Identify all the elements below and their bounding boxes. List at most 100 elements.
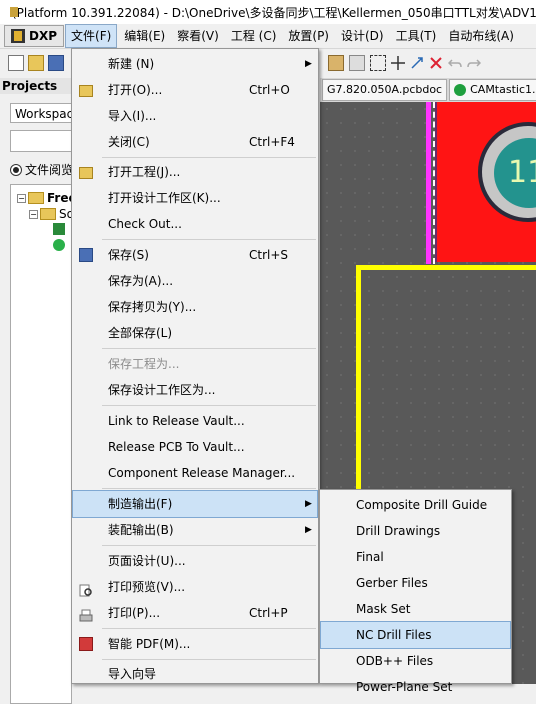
menu-item-close[interactable]: 关闭(C) Ctrl+F4: [73, 129, 317, 155]
dxp-menu-button[interactable]: DXP: [4, 25, 65, 47]
tree-item-pcb-doc[interactable]: [53, 239, 65, 251]
menu-separator: [102, 488, 316, 489]
dxp-logo-icon: [11, 29, 25, 43]
menu-project[interactable]: 工程 (C): [226, 25, 282, 47]
toolbar-left: [0, 49, 72, 77]
submenu-item-mask-set[interactable]: Mask Set: [321, 596, 510, 622]
folder-icon: [40, 208, 56, 220]
menu-view[interactable]: 察看(V): [172, 25, 224, 47]
menu-item-save-all[interactable]: 全部保存(L): [73, 320, 317, 346]
file-view-radio[interactable]: 文件阅览: [10, 161, 73, 178]
printer-icon: [79, 606, 93, 622]
cam-icon: [454, 84, 467, 96]
menu-separator: [102, 348, 316, 349]
collapse-icon[interactable]: −: [29, 209, 38, 219]
submenu-arrow-icon: ▶: [305, 59, 312, 69]
open-folder-icon[interactable]: [28, 55, 44, 71]
menu-item-assembly-outputs[interactable]: 装配输出(B) ▶: [73, 517, 317, 543]
tree-item-schematic-doc[interactable]: [53, 223, 65, 235]
menu-item-save-copy-as[interactable]: 保存拷贝为(Y)...: [73, 294, 317, 320]
tree-item-free[interactable]: − Free: [17, 191, 77, 205]
pdf-icon: [79, 637, 93, 651]
open-folder-icon: [79, 85, 93, 97]
redo-icon[interactable]: [467, 56, 482, 70]
projects-panel-title: Projects: [0, 78, 72, 94]
menu-item-release-pcb[interactable]: Release PCB To Vault...: [73, 434, 317, 460]
menu-file[interactable]: 文件(F): [65, 24, 118, 48]
projects-panel: Projects Workspace 文件阅览 − Free − So: [0, 78, 77, 704]
menu-item-check-out[interactable]: Check Out...: [73, 211, 317, 237]
submenu-item-gerber-files[interactable]: Gerber Files: [321, 570, 510, 596]
deselect-icon[interactable]: [429, 56, 443, 70]
menu-item-new[interactable]: 新建 (N) ▶: [73, 51, 317, 77]
undo-icon[interactable]: [447, 56, 462, 70]
collapse-icon[interactable]: −: [17, 193, 26, 203]
submenu-item-final[interactable]: Final: [321, 544, 510, 570]
window-title: (Platform 10.391.22084) - D:\OneDrive\多设…: [12, 5, 536, 20]
toolbar-right: [320, 49, 536, 77]
board-outline-magenta: [426, 102, 431, 264]
select-rect-icon[interactable]: [370, 55, 386, 71]
keepout-line: [433, 102, 437, 264]
menu-design[interactable]: 设计(D): [336, 25, 389, 47]
menu-item-import[interactable]: 导入(I)...: [73, 103, 317, 129]
menu-separator: [102, 628, 316, 629]
menu-place[interactable]: 放置(P): [283, 25, 334, 47]
menu-item-page-setup[interactable]: 页面设计(U)...: [73, 548, 317, 574]
new-doc-icon[interactable]: [8, 55, 24, 71]
menu-item-print[interactable]: 打印(P)... Ctrl+P: [73, 600, 317, 626]
menu-separator: [102, 239, 316, 240]
menu-item-save[interactable]: 保存(S) Ctrl+S: [73, 242, 317, 268]
title-bar: (Platform 10.391.22084) - D:\OneDrive\多设…: [0, 0, 536, 25]
copy-icon[interactable]: [349, 55, 365, 71]
save-icon: [79, 248, 93, 262]
submenu-item-power-plane-set[interactable]: Power-Plane Set: [321, 674, 510, 700]
menu-bar: DXP 文件(F) 编辑(E) 察看(V) 工程 (C) 放置(P) 设计(D)…: [0, 24, 536, 49]
document-tabs: G7.820.050A.pcbdoc CAMtastic1.Cam: [320, 78, 536, 102]
menu-autoroute[interactable]: 自动布线(A): [443, 25, 519, 47]
submenu-item-nc-drill-files[interactable]: NC Drill Files: [320, 621, 511, 649]
menu-item-open[interactable]: 打开(O)... Ctrl+O: [73, 77, 317, 103]
menu-separator: [102, 405, 316, 406]
submenu-arrow-icon: ▶: [305, 499, 312, 509]
tree-item-source[interactable]: − So: [29, 207, 74, 221]
menu-item-import-wizard[interactable]: 导入向导: [73, 661, 317, 687]
radio-selected-icon: [10, 163, 22, 176]
menu-edit[interactable]: 编辑(E): [119, 25, 170, 47]
submenu-item-composite-drill-guide[interactable]: Composite Drill Guide: [321, 492, 510, 518]
project-field[interactable]: [10, 130, 72, 152]
menu-item-open-workspace[interactable]: 打开设计工作区(K)...: [73, 185, 317, 211]
menu-item-fabrication-outputs[interactable]: 制造输出(F) ▶: [72, 490, 318, 518]
doc-tab-pcb[interactable]: G7.820.050A.pcbdoc: [322, 79, 448, 101]
save-icon[interactable]: [48, 55, 64, 71]
menu-separator: [102, 157, 316, 158]
project-tree: − Free − So: [10, 184, 77, 704]
outline-yellow-horizontal: [356, 265, 536, 270]
submenu-item-drill-drawings[interactable]: Drill Drawings: [321, 518, 510, 544]
submenu-arrow-icon: ▶: [305, 525, 312, 535]
menu-tools[interactable]: 工具(T): [391, 25, 442, 47]
menu-separator: [102, 545, 316, 546]
file-dropdown-menu: 新建 (N) ▶ 打开(O)... Ctrl+O 导入(I)... 关闭(C) …: [71, 48, 319, 684]
schematic-doc-icon: [53, 223, 65, 235]
workspace-button[interactable]: Workspace: [10, 103, 72, 123]
pcb-doc-icon: [53, 239, 65, 251]
cross-select-icon[interactable]: [410, 56, 424, 70]
menu-item-print-preview[interactable]: 打印预览(V)...: [73, 574, 317, 600]
paste-icon[interactable]: [328, 55, 344, 71]
menu-item-link-release-vault[interactable]: Link to Release Vault...: [73, 408, 317, 434]
folder-icon: [28, 192, 44, 204]
menu-item-save-project-as: 保存工程为...: [108, 357, 180, 371]
fabrication-outputs-submenu: Composite Drill Guide Drill Drawings Fin…: [319, 489, 512, 694]
menu-item-save-workspace-as[interactable]: 保存设计工作区为...: [73, 377, 317, 403]
menu-item-open-project[interactable]: 打开工程(J)...: [73, 159, 317, 185]
doc-tab-cam[interactable]: CAMtastic1.Cam: [449, 79, 536, 101]
menu-item-component-release[interactable]: Component Release Manager...: [73, 460, 317, 486]
print-preview-icon: [79, 580, 93, 597]
menu-separator: [102, 659, 316, 660]
submenu-item-odb-files[interactable]: ODB++ Files: [321, 648, 510, 674]
menu-item-save-as[interactable]: 保存为(A)...: [73, 268, 317, 294]
open-project-icon: [79, 167, 93, 179]
menu-item-smart-pdf[interactable]: 智能 PDF(M)...: [73, 631, 317, 657]
move-icon[interactable]: [391, 56, 405, 70]
